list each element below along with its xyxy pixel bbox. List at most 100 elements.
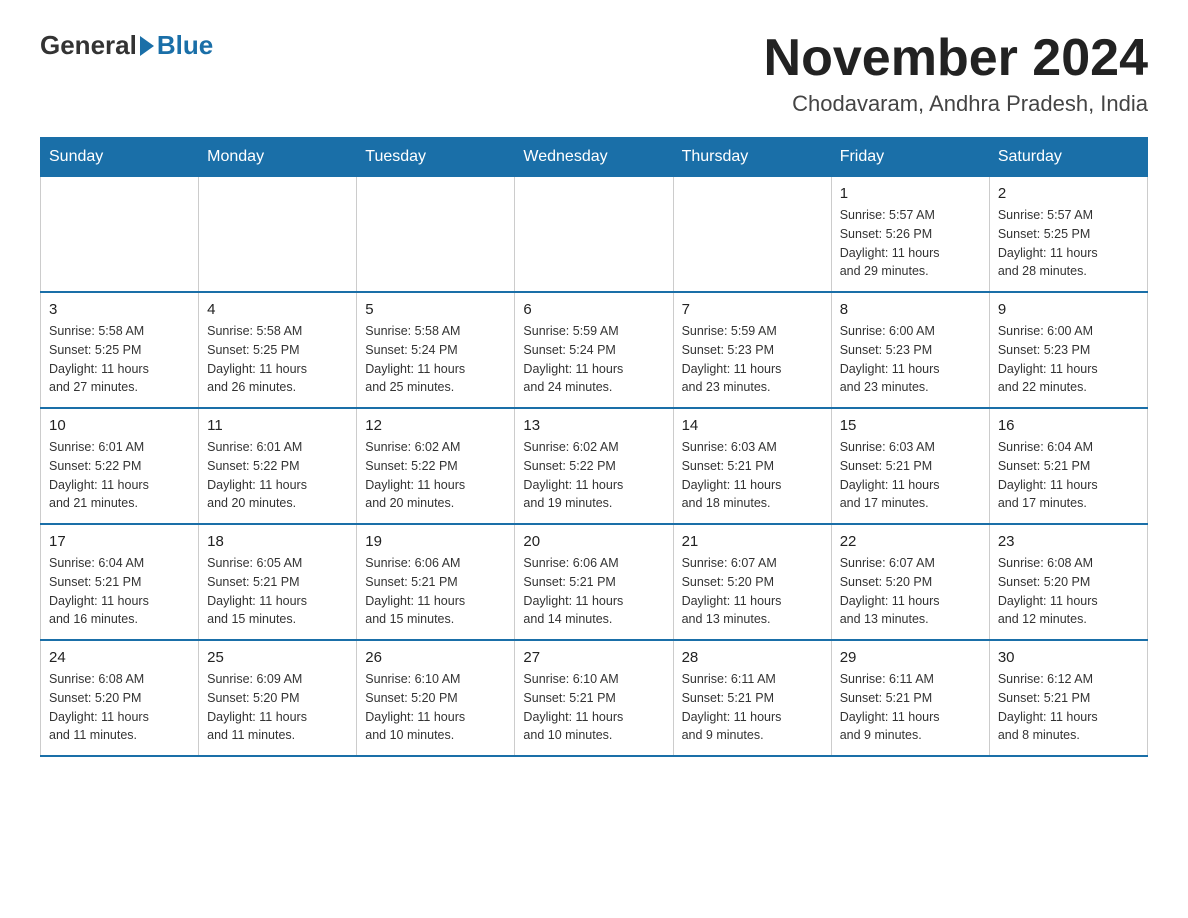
day-info: Sunrise: 6:07 AM Sunset: 5:20 PM Dayligh…: [682, 554, 823, 629]
day-number: 26: [365, 649, 506, 666]
calendar-cell: 17Sunrise: 6:04 AM Sunset: 5:21 PM Dayli…: [41, 524, 199, 640]
day-number: 28: [682, 649, 823, 666]
day-number: 3: [49, 301, 190, 318]
day-info: Sunrise: 6:02 AM Sunset: 5:22 PM Dayligh…: [523, 438, 664, 513]
month-title: November 2024: [764, 30, 1148, 87]
day-info: Sunrise: 6:00 AM Sunset: 5:23 PM Dayligh…: [840, 322, 981, 397]
page-header: General Blue November 2024 Chodavaram, A…: [40, 30, 1148, 117]
day-info: Sunrise: 6:06 AM Sunset: 5:21 PM Dayligh…: [523, 554, 664, 629]
location-subtitle: Chodavaram, Andhra Pradesh, India: [764, 91, 1148, 117]
day-info: Sunrise: 6:08 AM Sunset: 5:20 PM Dayligh…: [49, 670, 190, 745]
calendar-cell: 3 Sunrise: 5:58 AM Sunset: 5:25 PM Daylig…: [41, 292, 199, 408]
calendar-cell: 4 Sunrise: 5:58 AM Sunset: 5:25 PM Daylig…: [199, 292, 357, 408]
calendar-cell: 30Sunrise: 6:12 AM Sunset: 5:21 PM Dayli…: [989, 640, 1147, 756]
day-number: 18: [207, 533, 348, 550]
weekday-header-saturday: Saturday: [989, 138, 1147, 177]
day-number: 13: [523, 417, 664, 434]
day-number: 1: [840, 185, 981, 202]
calendar-cell: 28 Sunrise: 6:11 AM Sunset: 5:21 PM Dayli…: [673, 640, 831, 756]
calendar-cell: 20 Sunrise: 6:06 AM Sunset: 5:21 PM Dayli…: [515, 524, 673, 640]
calendar-week-row: 1 Sunrise: 5:57 AM Sunset: 5:26 PM Daylig…: [41, 177, 1148, 293]
weekday-header-monday: Monday: [199, 138, 357, 177]
day-number: 5: [365, 301, 506, 318]
day-number: 27: [523, 649, 664, 666]
calendar-cell: 10 Sunrise: 6:01 AM Sunset: 5:22 PM Dayli…: [41, 408, 199, 524]
day-number: 7: [682, 301, 823, 318]
day-info: Sunrise: 6:03 AM Sunset: 5:21 PM Dayligh…: [840, 438, 981, 513]
calendar-cell: 29 Sunrise: 6:11 AM Sunset: 5:21 PM Dayli…: [831, 640, 989, 756]
weekday-header-friday: Friday: [831, 138, 989, 177]
calendar-cell: 6 Sunrise: 5:59 AM Sunset: 5:24 PM Daylig…: [515, 292, 673, 408]
day-info: Sunrise: 6:01 AM Sunset: 5:22 PM Dayligh…: [207, 438, 348, 513]
day-info: Sunrise: 6:04 AM Sunset: 5:21 PM Dayligh…: [49, 554, 190, 629]
calendar-cell: 7 Sunrise: 5:59 AM Sunset: 5:23 PM Daylig…: [673, 292, 831, 408]
day-number: 25: [207, 649, 348, 666]
calendar-week-row: 10 Sunrise: 6:01 AM Sunset: 5:22 PM Dayli…: [41, 408, 1148, 524]
calendar-cell: 2Sunrise: 5:57 AM Sunset: 5:25 PM Daylig…: [989, 177, 1147, 293]
calendar-cell: 15Sunrise: 6:03 AM Sunset: 5:21 PM Dayli…: [831, 408, 989, 524]
calendar-cell: 22Sunrise: 6:07 AM Sunset: 5:20 PM Dayli…: [831, 524, 989, 640]
calendar-cell: 12Sunrise: 6:02 AM Sunset: 5:22 PM Dayli…: [357, 408, 515, 524]
day-number: 29: [840, 649, 981, 666]
day-info: Sunrise: 6:00 AM Sunset: 5:23 PM Dayligh…: [998, 322, 1139, 397]
day-info: Sunrise: 6:03 AM Sunset: 5:21 PM Dayligh…: [682, 438, 823, 513]
day-number: 20: [523, 533, 664, 550]
logo-arrow-icon: [140, 36, 154, 56]
calendar-cell: 26Sunrise: 6:10 AM Sunset: 5:20 PM Dayli…: [357, 640, 515, 756]
day-number: 24: [49, 649, 190, 666]
day-info: Sunrise: 5:58 AM Sunset: 5:25 PM Dayligh…: [49, 322, 190, 397]
calendar-cell: 27 Sunrise: 6:10 AM Sunset: 5:21 PM Dayli…: [515, 640, 673, 756]
calendar-header-row: SundayMondayTuesdayWednesdayThursdayFrid…: [41, 138, 1148, 177]
day-number: 2: [998, 185, 1139, 202]
calendar-cell: 1 Sunrise: 5:57 AM Sunset: 5:26 PM Daylig…: [831, 177, 989, 293]
day-number: 4: [207, 301, 348, 318]
calendar-cell: 9 Sunrise: 6:00 AM Sunset: 5:23 PM Daylig…: [989, 292, 1147, 408]
day-info: Sunrise: 6:05 AM Sunset: 5:21 PM Dayligh…: [207, 554, 348, 629]
day-info: Sunrise: 6:11 AM Sunset: 5:21 PM Dayligh…: [682, 670, 823, 745]
day-number: 6: [523, 301, 664, 318]
calendar-table: SundayMondayTuesdayWednesdayThursdayFrid…: [40, 137, 1148, 757]
day-info: Sunrise: 6:04 AM Sunset: 5:21 PM Dayligh…: [998, 438, 1139, 513]
day-number: 11: [207, 417, 348, 434]
calendar-cell: 21Sunrise: 6:07 AM Sunset: 5:20 PM Dayli…: [673, 524, 831, 640]
calendar-week-row: 17Sunrise: 6:04 AM Sunset: 5:21 PM Dayli…: [41, 524, 1148, 640]
day-number: 10: [49, 417, 190, 434]
calendar-cell: [41, 177, 199, 293]
day-info: Sunrise: 6:09 AM Sunset: 5:20 PM Dayligh…: [207, 670, 348, 745]
day-info: Sunrise: 6:10 AM Sunset: 5:21 PM Dayligh…: [523, 670, 664, 745]
day-number: 9: [998, 301, 1139, 318]
day-number: 22: [840, 533, 981, 550]
logo-blue-text: Blue: [157, 30, 213, 61]
day-number: 8: [840, 301, 981, 318]
calendar-cell: [673, 177, 831, 293]
calendar-cell: 18 Sunrise: 6:05 AM Sunset: 5:21 PM Dayli…: [199, 524, 357, 640]
day-info: Sunrise: 6:08 AM Sunset: 5:20 PM Dayligh…: [998, 554, 1139, 629]
day-number: 14: [682, 417, 823, 434]
calendar-cell: [515, 177, 673, 293]
calendar-week-row: 3 Sunrise: 5:58 AM Sunset: 5:25 PM Daylig…: [41, 292, 1148, 408]
day-info: Sunrise: 6:06 AM Sunset: 5:21 PM Dayligh…: [365, 554, 506, 629]
day-info: Sunrise: 5:59 AM Sunset: 5:24 PM Dayligh…: [523, 322, 664, 397]
calendar-cell: [357, 177, 515, 293]
weekday-header-thursday: Thursday: [673, 138, 831, 177]
day-info: Sunrise: 5:58 AM Sunset: 5:25 PM Dayligh…: [207, 322, 348, 397]
calendar-cell: 13 Sunrise: 6:02 AM Sunset: 5:22 PM Dayli…: [515, 408, 673, 524]
day-number: 19: [365, 533, 506, 550]
day-info: Sunrise: 6:01 AM Sunset: 5:22 PM Dayligh…: [49, 438, 190, 513]
calendar-cell: 19 Sunrise: 6:06 AM Sunset: 5:21 PM Dayli…: [357, 524, 515, 640]
day-info: Sunrise: 6:02 AM Sunset: 5:22 PM Dayligh…: [365, 438, 506, 513]
calendar-cell: 14 Sunrise: 6:03 AM Sunset: 5:21 PM Dayli…: [673, 408, 831, 524]
day-number: 16: [998, 417, 1139, 434]
weekday-header-wednesday: Wednesday: [515, 138, 673, 177]
day-info: Sunrise: 5:59 AM Sunset: 5:23 PM Dayligh…: [682, 322, 823, 397]
title-area: November 2024 Chodavaram, Andhra Pradesh…: [764, 30, 1148, 117]
day-info: Sunrise: 5:58 AM Sunset: 5:24 PM Dayligh…: [365, 322, 506, 397]
weekday-header-sunday: Sunday: [41, 138, 199, 177]
calendar-cell: 16 Sunrise: 6:04 AM Sunset: 5:21 PM Dayli…: [989, 408, 1147, 524]
weekday-header-tuesday: Tuesday: [357, 138, 515, 177]
day-info: Sunrise: 5:57 AM Sunset: 5:26 PM Dayligh…: [840, 206, 981, 281]
day-info: Sunrise: 6:11 AM Sunset: 5:21 PM Dayligh…: [840, 670, 981, 745]
calendar-week-row: 24 Sunrise: 6:08 AM Sunset: 5:20 PM Dayli…: [41, 640, 1148, 756]
calendar-cell: 11 Sunrise: 6:01 AM Sunset: 5:22 PM Dayli…: [199, 408, 357, 524]
calendar-cell: 23Sunrise: 6:08 AM Sunset: 5:20 PM Dayli…: [989, 524, 1147, 640]
